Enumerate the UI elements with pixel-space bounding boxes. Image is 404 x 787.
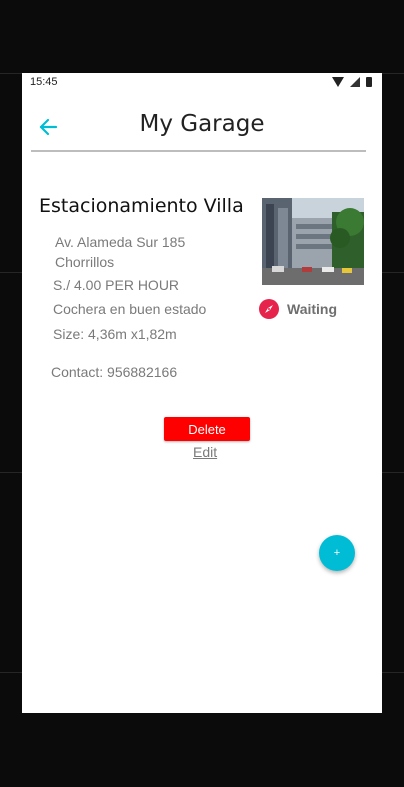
garage-size: Size: 4,36m x1,82m	[53, 326, 177, 342]
garage-address: Av. Alameda Sur 185 Chorrillos	[55, 232, 185, 272]
header-divider	[31, 150, 366, 152]
status-icons	[332, 77, 372, 87]
delete-button[interactable]: Delete	[164, 417, 250, 441]
plus-icon: +	[333, 547, 341, 559]
status-indicator: Waiting	[259, 299, 337, 319]
garage-description: Cochera en buen estado	[53, 301, 207, 317]
add-button[interactable]: +	[319, 535, 355, 571]
phone-screen: 15:45 My Garage Estacionamiento Villa Av…	[22, 73, 382, 713]
compass-icon	[259, 299, 279, 319]
status-bar: 15:45	[22, 73, 382, 93]
garage-photo	[262, 198, 364, 285]
signal-icon	[350, 77, 360, 87]
page-title: My Garage	[139, 111, 265, 137]
garage-price: S./ 4.00 PER HOUR	[53, 277, 180, 293]
status-label: Waiting	[287, 301, 338, 317]
edit-link[interactable]: Edit	[193, 444, 217, 460]
garage-name: Estacionamiento Villa	[39, 195, 244, 217]
battery-icon	[366, 77, 372, 87]
garage-contact: Contact: 956882166	[51, 364, 178, 380]
address-line-1: Av. Alameda Sur 185	[55, 234, 186, 250]
status-time: 15:45	[30, 76, 58, 88]
toolbar: My Garage	[22, 101, 382, 149]
wifi-icon	[332, 77, 344, 87]
address-line-2: Chorrillos	[55, 254, 115, 270]
